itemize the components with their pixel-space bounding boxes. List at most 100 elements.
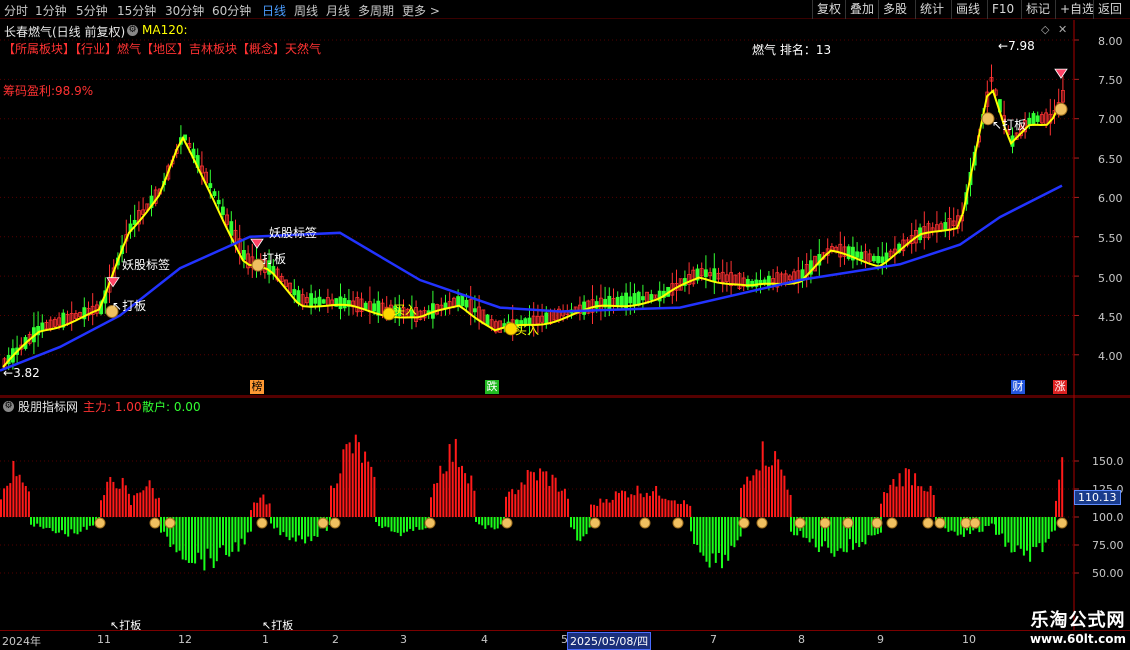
diamond-icon[interactable]: ◇ [1041, 23, 1049, 36]
candle-body [880, 256, 885, 264]
period-tab-1min[interactable]: 1分钟 [35, 2, 67, 19]
period-tab-weekly[interactable]: 周线 [294, 2, 318, 19]
money-bag-icon [922, 517, 934, 529]
period-tab-30min[interactable]: 30分钟 [165, 2, 204, 19]
drop-badge[interactable]: 跌 [485, 380, 499, 394]
date-tick: 8 [798, 633, 805, 646]
indicator-bar [696, 517, 699, 545]
finance-badge[interactable]: 财 [1011, 380, 1025, 394]
indicator-bar [375, 517, 377, 523]
indicator-bar [833, 517, 836, 557]
indicator-bar [602, 502, 605, 517]
indicator-title[interactable]: 股朋指标网 [18, 398, 78, 415]
price-tick: 4.00 [1098, 350, 1123, 363]
indicator-bar [209, 517, 212, 559]
indicator-bar [621, 490, 623, 517]
indicator-bar [330, 485, 332, 517]
indicator-bar [1032, 517, 1035, 547]
indicator-bar [1001, 517, 1004, 534]
period-tab-monthly[interactable]: 月线 [326, 2, 350, 19]
overlay-button[interactable]: 叠加 [845, 0, 878, 19]
date-tick: 2 [332, 633, 339, 646]
indicator-bar [339, 473, 342, 517]
indicator-bar [898, 473, 901, 517]
indicator-bar [345, 444, 348, 517]
period-tab-more[interactable]: 更多 > [402, 2, 440, 19]
indicator-bar [545, 471, 548, 517]
indicator-bar [520, 482, 523, 517]
collapse-icon[interactable]: ✕ [1058, 23, 1067, 36]
period-tab-multi[interactable]: 多周期 [358, 2, 394, 19]
indicator-bar [990, 517, 993, 524]
period-tab-15min[interactable]: 15分钟 [117, 2, 156, 19]
candle-body [872, 255, 876, 262]
indicator-bar [487, 517, 490, 526]
indicator-bar [679, 503, 682, 517]
indicator-bar [836, 517, 839, 551]
candle-body [456, 296, 461, 306]
indicator-bar [855, 517, 858, 544]
mark-button[interactable]: 标记 [1021, 0, 1054, 19]
indicator-panel[interactable]: ⚙ 股朋指标网 主力: 1.00 散户: 0.00 150.0 125.0 10… [0, 396, 1130, 632]
period-tab-timeshare[interactable]: 分时 [4, 2, 28, 19]
multi-stock-button[interactable]: 多股 [878, 0, 911, 19]
indicator-bar [88, 517, 91, 526]
indicator-bar [736, 517, 739, 541]
kline-chart-panel[interactable]: 长春燃气(日线 前复权) ⚙ MA120: 【所属板块】【行业】燃气【地区】吉林… [0, 20, 1130, 397]
kline-chart-canvas[interactable] [0, 20, 1130, 397]
indicator-bar [33, 517, 36, 527]
indicator-bar [454, 438, 457, 517]
indicator-bar [830, 517, 833, 554]
draw-line-button[interactable]: 画线 [951, 0, 984, 19]
indicator-bar [70, 517, 73, 530]
back-button[interactable]: 返回 [1093, 0, 1126, 19]
indicator-bar [36, 517, 39, 524]
indicator-bar [633, 495, 636, 517]
indicator-bar [532, 472, 535, 517]
indicator-bar [15, 476, 18, 517]
limit-up-tag: ↖打板 [112, 299, 147, 313]
indicator-bar [121, 477, 124, 517]
indicator-current-value: 110.13 [1074, 490, 1121, 505]
indicator-bar [861, 517, 864, 542]
indicator-bar [130, 505, 132, 517]
rise-badge[interactable]: 涨 [1053, 380, 1067, 394]
indicator-bar [301, 517, 303, 540]
indicator-bar [240, 517, 243, 539]
indicator-bar [259, 497, 262, 517]
indicator-bar [895, 486, 898, 517]
indicator-bar [920, 486, 923, 517]
indicator-settings-gear-icon[interactable]: ⚙ [3, 399, 14, 413]
add-watchlist-button[interactable]: +自选 [1055, 0, 1098, 19]
indicator-bar [523, 484, 526, 517]
limit-up-text: 打板 [122, 299, 147, 313]
money-bag-icon [886, 517, 898, 529]
indicator-bar [683, 500, 685, 517]
indicator-bar [956, 517, 959, 536]
f10-button[interactable]: F10 [987, 0, 1018, 19]
money-bag-icon [149, 517, 161, 529]
indicator-bar [560, 490, 563, 517]
statistics-button[interactable]: 统计 [915, 0, 948, 19]
indicator-bar [1041, 517, 1044, 553]
price-tick: 7.00 [1098, 113, 1123, 126]
period-tab-5min[interactable]: 5分钟 [76, 2, 108, 19]
indicator-bar [381, 517, 384, 528]
candle-body [321, 299, 326, 304]
indicator-bar [273, 517, 276, 529]
indicator-bar [451, 461, 454, 517]
money-bag-icon [424, 517, 436, 529]
indicator-bar [911, 485, 913, 517]
period-tab-60min[interactable]: 60分钟 [212, 2, 251, 19]
adjust-button[interactable]: 复权 [812, 0, 845, 19]
ranking-badge[interactable]: 榜 [250, 380, 264, 394]
indicator-canvas[interactable] [0, 396, 1130, 630]
indicator-bar [212, 517, 215, 569]
period-tab-daily[interactable]: 日线 [262, 2, 286, 19]
indicator-bar [361, 462, 363, 517]
money-bag-icon [738, 517, 750, 529]
settings-gear-icon[interactable]: ⚙ [127, 23, 138, 37]
indicator-bar [652, 491, 654, 517]
indicator-bar [605, 499, 608, 517]
indicator-bar [490, 517, 493, 528]
